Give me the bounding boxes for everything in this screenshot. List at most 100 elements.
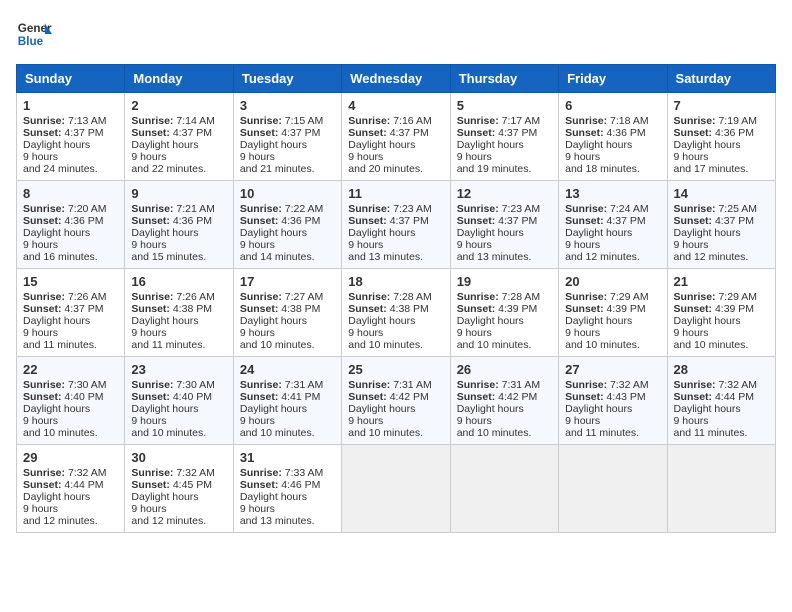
daylight-hours: 9 hours [457,151,492,163]
day-number: 16 [131,274,226,289]
sunrise-label: Sunrise: [674,203,719,215]
daylight-minutes: and 10 minutes. [131,427,206,439]
sunset-label: Sunset: [674,215,715,227]
calendar-cell: 3Sunrise: 7:15 AMSunset: 4:37 PMDaylight… [233,93,341,181]
day-number: 27 [565,362,660,377]
daylight-label: Daylight hours [131,491,198,503]
daylight-minutes: and 12 minutes. [131,515,206,527]
logo: General Blue [16,16,56,52]
calendar-cell: 5Sunrise: 7:17 AMSunset: 4:37 PMDaylight… [450,93,558,181]
sunrise-time: 7:22 AM [285,203,324,215]
sunrise-time: 7:18 AM [610,115,649,127]
calendar-cell: 6Sunrise: 7:18 AMSunset: 4:36 PMDaylight… [559,93,667,181]
daylight-minutes: and 12 minutes. [674,251,749,263]
day-number: 13 [565,186,660,201]
calendar-cell: 15Sunrise: 7:26 AMSunset: 4:37 PMDayligh… [17,269,125,357]
header-monday: Monday [125,65,233,93]
sunrise-label: Sunrise: [131,115,176,127]
daylight-minutes: and 10 minutes. [565,339,640,351]
sunset-time: 4:37 PM [390,127,429,139]
day-number: 9 [131,186,226,201]
daylight-label: Daylight hours [565,139,632,151]
daylight-label: Daylight hours [240,403,307,415]
sunset-time: 4:44 PM [64,479,103,491]
sunset-time: 4:40 PM [173,391,212,403]
sunset-time: 4:37 PM [498,127,537,139]
sunset-label: Sunset: [240,303,281,315]
daylight-label: Daylight hours [457,315,524,327]
daylight-minutes: and 18 minutes. [565,163,640,175]
calendar-cell: 13Sunrise: 7:24 AMSunset: 4:37 PMDayligh… [559,181,667,269]
sunset-time: 4:36 PM [715,127,754,139]
daylight-hours: 9 hours [348,239,383,251]
sunset-label: Sunset: [674,391,715,403]
day-number: 15 [23,274,118,289]
day-number: 24 [240,362,335,377]
daylight-hours: 9 hours [348,415,383,427]
calendar-cell: 26Sunrise: 7:31 AMSunset: 4:42 PMDayligh… [450,357,558,445]
sunset-label: Sunset: [23,303,64,315]
calendar-cell: 31Sunrise: 7:33 AMSunset: 4:46 PMDayligh… [233,445,341,533]
calendar-cell: 8Sunrise: 7:20 AMSunset: 4:36 PMDaylight… [17,181,125,269]
daylight-minutes: and 24 minutes. [23,163,98,175]
calendar-cell: 14Sunrise: 7:25 AMSunset: 4:37 PMDayligh… [667,181,775,269]
daylight-hours: 9 hours [565,327,600,339]
daylight-minutes: and 22 minutes. [131,163,206,175]
day-number: 25 [348,362,443,377]
sunrise-label: Sunrise: [565,115,610,127]
day-number: 12 [457,186,552,201]
sunrise-time: 7:32 AM [68,467,107,479]
calendar-cell [667,445,775,533]
sunset-time: 4:39 PM [498,303,537,315]
daylight-hours: 9 hours [131,239,166,251]
daylight-hours: 9 hours [131,503,166,515]
sunrise-label: Sunrise: [674,291,719,303]
daylight-minutes: and 13 minutes. [457,251,532,263]
daylight-label: Daylight hours [348,315,415,327]
sunrise-label: Sunrise: [23,203,68,215]
sunset-time: 4:36 PM [173,215,212,227]
sunrise-label: Sunrise: [23,291,68,303]
daylight-minutes: and 17 minutes. [674,163,749,175]
sunset-time: 4:41 PM [281,391,320,403]
calendar-cell: 4Sunrise: 7:16 AMSunset: 4:37 PMDaylight… [342,93,450,181]
sunset-time: 4:38 PM [390,303,429,315]
daylight-hours: 9 hours [23,415,58,427]
daylight-minutes: and 10 minutes. [674,339,749,351]
daylight-hours: 9 hours [23,239,58,251]
daylight-hours: 9 hours [565,151,600,163]
daylight-hours: 9 hours [674,151,709,163]
daylight-label: Daylight hours [348,139,415,151]
sunrise-time: 7:28 AM [502,291,541,303]
daylight-hours: 9 hours [131,327,166,339]
daylight-label: Daylight hours [348,227,415,239]
daylight-minutes: and 10 minutes. [457,339,532,351]
calendar-cell: 12Sunrise: 7:23 AMSunset: 4:37 PMDayligh… [450,181,558,269]
daylight-label: Daylight hours [674,403,741,415]
day-number: 7 [674,98,769,113]
sunset-label: Sunset: [240,391,281,403]
sunrise-label: Sunrise: [23,379,68,391]
daylight-hours: 9 hours [674,327,709,339]
daylight-minutes: and 10 minutes. [348,339,423,351]
day-number: 31 [240,450,335,465]
sunset-label: Sunset: [131,391,172,403]
day-number: 14 [674,186,769,201]
sunset-label: Sunset: [565,127,606,139]
calendar-cell: 21Sunrise: 7:29 AMSunset: 4:39 PMDayligh… [667,269,775,357]
daylight-hours: 9 hours [457,239,492,251]
daylight-label: Daylight hours [565,227,632,239]
header-thursday: Thursday [450,65,558,93]
sunrise-label: Sunrise: [23,467,68,479]
calendar-cell: 24Sunrise: 7:31 AMSunset: 4:41 PMDayligh… [233,357,341,445]
daylight-minutes: and 13 minutes. [348,251,423,263]
day-number: 2 [131,98,226,113]
daylight-hours: 9 hours [23,503,58,515]
daylight-minutes: and 10 minutes. [348,427,423,439]
sunrise-label: Sunrise: [348,291,393,303]
day-number: 19 [457,274,552,289]
sunrise-label: Sunrise: [674,115,719,127]
day-number: 18 [348,274,443,289]
daylight-minutes: and 14 minutes. [240,251,315,263]
sunrise-label: Sunrise: [457,291,502,303]
